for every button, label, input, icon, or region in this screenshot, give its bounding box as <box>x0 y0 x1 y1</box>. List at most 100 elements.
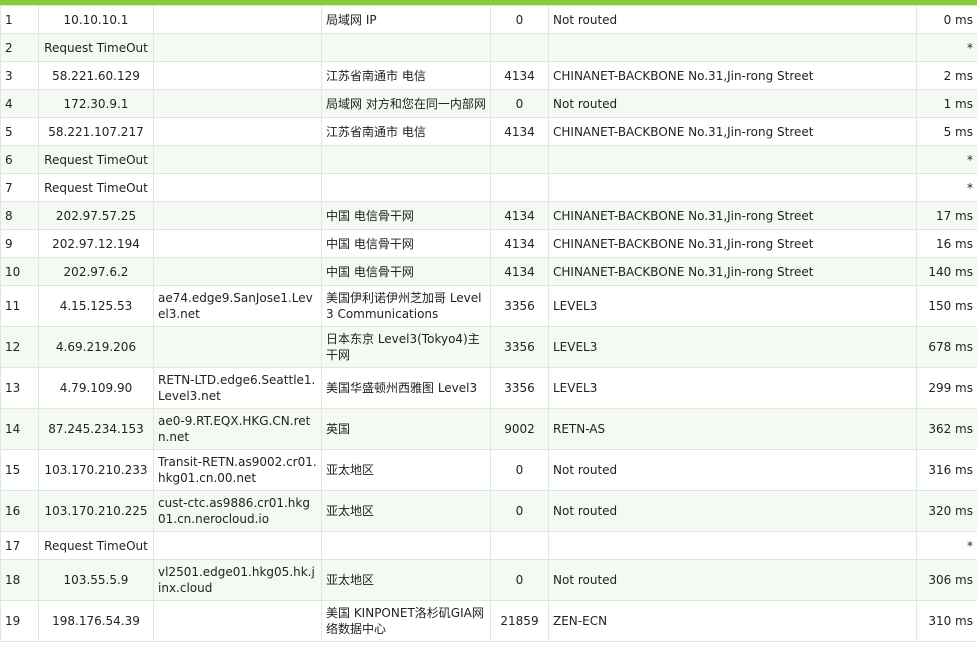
hop-location: 中国 电信骨干网 <box>321 257 491 286</box>
hop-asn: 3356 <box>490 367 549 409</box>
hop-location: 中国 电信骨干网 <box>321 201 491 230</box>
hop-ip: 10.10.10.1 <box>38 5 154 34</box>
hop-organization: ZEN-ECN <box>548 600 917 642</box>
hop-hostname: ae74.edge9.SanJose1.Level3.net <box>153 285 322 327</box>
hop-location: 美国 KINPONET洛杉矶GIA网络数据中心 <box>321 600 491 642</box>
hop-ip: 172.30.9.1 <box>38 89 154 118</box>
hop-hostname <box>153 326 322 368</box>
hop-hostname: ae0-9.RT.EQX.HKG.CN.retn.net <box>153 408 322 450</box>
hop-latency: 316 ms <box>916 449 977 491</box>
hop-latency: * <box>916 145 977 174</box>
table-row: 8 202.97.57.25 中国 电信骨干网 4134 CHINANET-BACKBO… <box>0 201 977 230</box>
table-row: 19 198.176.54.39 美国 KINPONET洛杉矶GIA网络数据中心 21… <box>0 600 977 642</box>
table-row: 4 172.30.9.1 局域网 对方和您在同一内部网 0 Not routed 1 ms <box>0 89 977 118</box>
hop-organization: CHINANET-BACKBONE No.31,Jin-rong Street <box>548 61 917 90</box>
hop-organization: Not routed <box>548 89 917 118</box>
hop-asn <box>490 33 549 62</box>
hop-organization: LEVEL3 <box>548 367 917 409</box>
table-row: 15 103.170.210.233 Transit-RETN.as9002.cr0… <box>0 449 977 491</box>
hop-latency: 362 ms <box>916 408 977 450</box>
table-row: 9 202.97.12.194 中国 电信骨干网 4134 CHINANET-BACKB… <box>0 229 977 258</box>
hop-number: 15 <box>0 449 39 491</box>
hop-organization: CHINANET-BACKBONE No.31,Jin-rong Street <box>548 257 917 286</box>
hop-organization <box>548 33 917 62</box>
hop-number: 9 <box>0 229 39 258</box>
hop-location: 亚太地区 <box>321 490 491 532</box>
hop-latency: 306 ms <box>916 559 977 601</box>
hop-hostname <box>153 257 322 286</box>
table-row: 3 58.221.60.129 江苏省南通市 电信 4134 CHINANET-BACK… <box>0 61 977 90</box>
hop-ip: 58.221.60.129 <box>38 61 154 90</box>
hop-ip: 4.69.219.206 <box>38 326 154 368</box>
hop-latency: * <box>916 531 977 560</box>
hop-ip: 198.176.54.39 <box>38 600 154 642</box>
hop-hostname <box>153 531 322 560</box>
hop-ip: Request TimeOut <box>38 33 154 62</box>
hop-hostname <box>153 5 322 34</box>
hop-number: 7 <box>0 173 39 202</box>
hop-asn: 3356 <box>490 326 549 368</box>
hop-ip: Request TimeOut <box>38 173 154 202</box>
hop-organization: Not routed <box>548 490 917 532</box>
hop-number: 16 <box>0 490 39 532</box>
hop-number: 2 <box>0 33 39 62</box>
hop-hostname: RETN-LTD.edge6.Seattle1.Level3.net <box>153 367 322 409</box>
hop-ip: 103.55.5.9 <box>38 559 154 601</box>
hop-organization: LEVEL3 <box>548 285 917 327</box>
hop-number: 8 <box>0 201 39 230</box>
hop-asn: 9002 <box>490 408 549 450</box>
hop-location: 局域网 对方和您在同一内部网 <box>321 89 491 118</box>
hop-ip: 202.97.12.194 <box>38 229 154 258</box>
hop-organization <box>548 145 917 174</box>
hop-hostname <box>153 600 322 642</box>
hop-asn: 3356 <box>490 285 549 327</box>
hop-location: 英国 <box>321 408 491 450</box>
hop-ip: 103.170.210.225 <box>38 490 154 532</box>
hop-latency: 0 ms <box>916 5 977 34</box>
hop-ip: Request TimeOut <box>38 145 154 174</box>
hop-number: 17 <box>0 531 39 560</box>
hop-location: 江苏省南通市 电信 <box>321 61 491 90</box>
hop-asn: 4134 <box>490 201 549 230</box>
hop-latency: 16 ms <box>916 229 977 258</box>
hop-hostname <box>153 201 322 230</box>
hop-ip: 4.79.109.90 <box>38 367 154 409</box>
hop-latency: 150 ms <box>916 285 977 327</box>
hop-latency: 678 ms <box>916 326 977 368</box>
table-row: 14 87.245.234.153 ae0-9.RT.EQX.HKG.CN.retn… <box>0 408 977 450</box>
hop-latency: 5 ms <box>916 117 977 146</box>
hop-organization: RETN-AS <box>548 408 917 450</box>
hop-location: 中国 电信骨干网 <box>321 229 491 258</box>
hop-latency: 320 ms <box>916 490 977 532</box>
hop-location: 亚太地区 <box>321 449 491 491</box>
hop-asn: 0 <box>490 559 549 601</box>
hop-asn: 4134 <box>490 61 549 90</box>
hop-hostname <box>153 229 322 258</box>
hop-organization: CHINANET-BACKBONE No.31,Jin-rong Street <box>548 201 917 230</box>
table-row: 2 Request TimeOut * <box>0 33 977 62</box>
hop-location: 美国伊利诺伊州芝加哥 Level3 Communications <box>321 285 491 327</box>
hop-asn: 4134 <box>490 117 549 146</box>
hop-organization <box>548 173 917 202</box>
hop-location: 江苏省南通市 电信 <box>321 117 491 146</box>
hop-number: 19 <box>0 600 39 642</box>
hop-hostname <box>153 173 322 202</box>
hop-latency: 299 ms <box>916 367 977 409</box>
hop-organization <box>548 531 917 560</box>
hop-number: 13 <box>0 367 39 409</box>
hop-organization: Not routed <box>548 559 917 601</box>
hop-organization: CHINANET-BACKBONE No.31,Jin-rong Street <box>548 117 917 146</box>
hop-location: 日本东京 Level3(Tokyo4)主干网 <box>321 326 491 368</box>
hop-number: 12 <box>0 326 39 368</box>
hop-ip: 87.245.234.153 <box>38 408 154 450</box>
table-row: 7 Request TimeOut * <box>0 173 977 202</box>
hop-hostname: cust-ctc.as9886.cr01.hkg01.cn.nerocloud.… <box>153 490 322 532</box>
hop-organization: LEVEL3 <box>548 326 917 368</box>
hop-organization: Not routed <box>548 449 917 491</box>
hop-number: 1 <box>0 5 39 34</box>
hop-latency: 140 ms <box>916 257 977 286</box>
hop-number: 11 <box>0 285 39 327</box>
hop-hostname <box>153 61 322 90</box>
hop-hostname <box>153 89 322 118</box>
hop-number: 6 <box>0 145 39 174</box>
